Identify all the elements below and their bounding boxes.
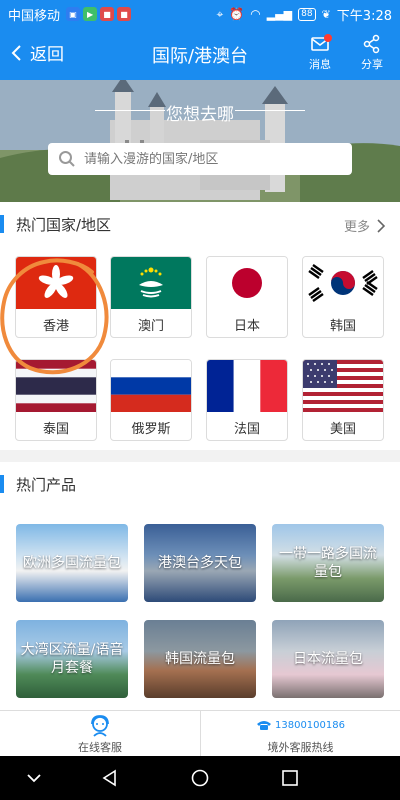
phone-icon: [257, 721, 271, 730]
notification-icons: ▣ ▶ ■ ■: [66, 7, 132, 21]
search-input[interactable]: [84, 151, 334, 167]
location-icon: ⌖: [216, 6, 224, 21]
alarm-icon: ⏰: [229, 7, 245, 21]
online-service-button[interactable]: 在线客服: [0, 711, 200, 757]
app-notification-icon: ■: [117, 7, 132, 21]
castle-illustration: [0, 80, 400, 202]
product-label: 港澳台多天包: [158, 555, 242, 571]
region-name: 韩国: [329, 319, 356, 334]
app-header: 返回 国际/港澳台 消息 分享: [0, 28, 400, 80]
region-name: 法国: [233, 422, 260, 437]
russia-flag-icon: [111, 360, 191, 412]
region-tile-thailand[interactable]: 泰国: [15, 359, 97, 441]
region-name: 澳门: [137, 319, 164, 334]
message-label: 消息: [309, 58, 331, 71]
hot-products-section: 热门产品 欧洲多国流量包 港澳台多天包 一带一路多国流量包 大湾区流量/语音月套…: [0, 462, 400, 710]
more-label: 更多: [343, 220, 370, 235]
region-tile-japan[interactable]: 日本: [206, 256, 288, 338]
product-card[interactable]: 港澳台多天包: [144, 524, 256, 602]
home-circle-icon[interactable]: [190, 768, 210, 788]
region-tile-korea[interactable]: 韩国: [302, 256, 384, 338]
more-button[interactable]: 更多: [344, 216, 386, 235]
search-icon: [59, 151, 75, 167]
hot-regions-section: 热门国家/地区 更多 香港 澳门 日本 韩国 泰国 俄罗斯 法国 美国: [0, 202, 400, 450]
back-triangle-icon[interactable]: [100, 768, 120, 788]
battery-icon: 88: [298, 7, 316, 21]
clock-time: 下午3:28: [336, 8, 392, 24]
section-title: 热门产品: [16, 475, 77, 494]
product-label: 欧洲多国流量包: [23, 555, 121, 571]
app-notification-icon: ▶: [83, 7, 98, 21]
product-label: 大湾区流量/语音月套餐: [20, 642, 124, 676]
carrier-name: 中国移动: [8, 8, 61, 24]
signal-icon: ▂▄▆: [266, 7, 293, 21]
thailand-flag-icon: [16, 360, 96, 412]
korea-flag-icon: [303, 257, 383, 309]
product-card[interactable]: 韩国流量包: [144, 620, 256, 698]
region-name: 美国: [329, 422, 356, 437]
macau-flag-icon: [111, 257, 191, 309]
japan-flag-icon: [207, 257, 287, 309]
section-marker: [0, 215, 4, 233]
destination-banner: 您想去哪: [0, 80, 400, 202]
france-flag-icon: [207, 360, 287, 412]
bottom-action-bar: 在线客服 13800100186 境外客服热线: [0, 710, 400, 757]
online-service-label: 在线客服: [78, 741, 122, 754]
app-notification-icon: ■: [100, 7, 115, 21]
section-header: 热门产品: [0, 462, 400, 506]
hotline-number: 13800100186: [275, 719, 345, 731]
product-card[interactable]: 日本流量包: [272, 620, 384, 698]
page-title: 国际/港澳台: [151, 46, 249, 67]
product-label: 韩国流量包: [165, 651, 235, 667]
wifi-icon: ◠: [250, 7, 261, 21]
share-label: 分享: [361, 58, 383, 71]
section-marker: [0, 475, 4, 493]
region-name: 泰国: [42, 422, 69, 437]
product-card[interactable]: 一带一路多国流量包: [272, 524, 384, 602]
region-tile-macau[interactable]: 澳门: [110, 256, 192, 338]
status-bar: 中国移动 ▣ ▶ ■ ■ ⌖ ⏰ ◠ ▂▄▆ 88 ❦ 下午3:28: [0, 0, 400, 28]
product-card[interactable]: 大湾区流量/语音月套餐: [16, 620, 128, 698]
section-title: 热门国家/地区: [16, 215, 112, 234]
hong-kong-flag-icon: [16, 257, 96, 309]
region-name: 俄罗斯: [131, 422, 171, 437]
chevron-right-icon: [377, 218, 386, 233]
usa-flag-icon: [303, 360, 383, 412]
recents-square-icon[interactable]: [280, 768, 300, 788]
region-name: 香港: [42, 319, 69, 334]
product-card[interactable]: 欧洲多国流量包: [16, 524, 128, 602]
search-box[interactable]: [48, 143, 352, 175]
message-button[interactable]: 消息: [300, 34, 340, 72]
region-tile-usa[interactable]: 美国: [302, 359, 384, 441]
chevron-down-icon[interactable]: [24, 768, 44, 788]
share-icon: [363, 34, 380, 54]
banner-title: 您想去哪: [166, 105, 234, 125]
system-navigation-bar: [0, 756, 400, 800]
region-name: 日本: [233, 319, 260, 334]
app-notification-icon: ▣: [66, 7, 81, 21]
region-tile-france[interactable]: 法国: [206, 359, 288, 441]
region-tile-hong-kong[interactable]: 香港: [15, 256, 97, 338]
region-tile-russia[interactable]: 俄罗斯: [110, 359, 192, 441]
overseas-hotline-button[interactable]: 13800100186 境外客服热线: [200, 711, 400, 757]
share-button[interactable]: 分享: [352, 34, 392, 72]
section-header: 热门国家/地区: [0, 202, 400, 246]
product-label: 一带一路多国流量包: [279, 546, 377, 580]
product-label: 日本流量包: [293, 651, 363, 667]
customer-service-icon: [91, 715, 109, 737]
leaf-icon: ❦: [321, 7, 331, 21]
hotline-label: 境外客服热线: [267, 741, 334, 754]
unread-dot: [324, 34, 332, 42]
